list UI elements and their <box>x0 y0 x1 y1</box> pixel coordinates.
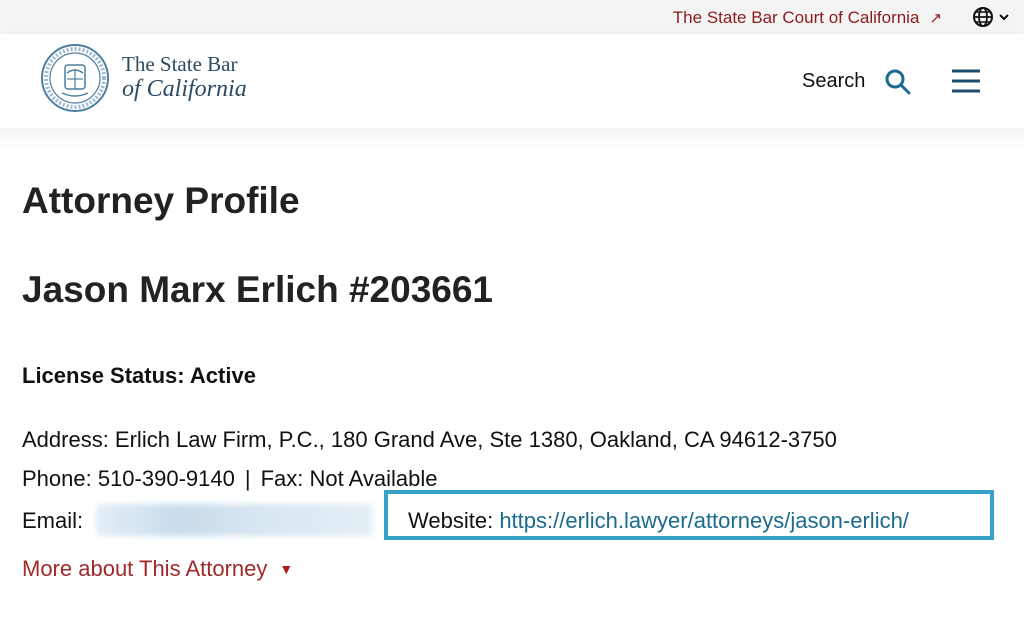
email-redacted <box>96 504 372 536</box>
globe-icon <box>973 7 993 27</box>
website-label: Website: <box>408 508 494 533</box>
state-bar-logo[interactable]: The State Bar of California <box>40 43 247 113</box>
logo-line-2: of California <box>122 76 247 103</box>
search-icon[interactable] <box>884 68 912 96</box>
separator: | <box>244 466 251 491</box>
logo-line-1: The State Bar <box>122 52 238 77</box>
language-selector[interactable] <box>972 6 1010 28</box>
fax-text: Fax: Not Available <box>260 466 438 491</box>
phone-text: Phone: 510-390-9140 <box>22 466 235 491</box>
site-header: The State Bar of California Search <box>0 34 1024 128</box>
contact-line: Phone: 510-390-9140 | Fax: Not Available <box>22 466 438 492</box>
address-line: Address: Erlich Law Firm, P.C., 180 Gran… <box>22 427 837 452</box>
license-status: License Status: Active <box>22 363 256 388</box>
state-bar-court-link-label: The State Bar Court of California <box>672 8 920 27</box>
hamburger-menu-icon[interactable] <box>950 68 982 94</box>
website-link[interactable]: https://erlich.lawyer/attorneys/jason-er… <box>499 508 909 533</box>
utility-bar: The State Bar Court of California ↗ <box>0 0 1024 34</box>
state-bar-court-link[interactable]: The State Bar Court of California ↗ <box>673 8 942 28</box>
more-about-attorney-toggle[interactable]: More about This Attorney ▼ <box>22 556 293 582</box>
email-label: Email: <box>22 508 84 533</box>
header-shadow <box>0 128 1024 152</box>
chevron-down-icon <box>999 14 1009 21</box>
attorney-name: Jason Marx Erlich #203661 <box>22 269 494 310</box>
search-label[interactable]: Search <box>802 70 865 93</box>
page-title: Attorney Profile <box>22 180 300 221</box>
state-bar-seal-icon <box>41 44 109 112</box>
website-line: Website: https://erlich.lawyer/attorneys… <box>408 508 909 534</box>
more-about-attorney-label: More about This Attorney <box>22 556 268 581</box>
triangle-down-icon: ▼ <box>279 561 294 577</box>
arrow-up-right-icon: ↗ <box>929 10 942 27</box>
